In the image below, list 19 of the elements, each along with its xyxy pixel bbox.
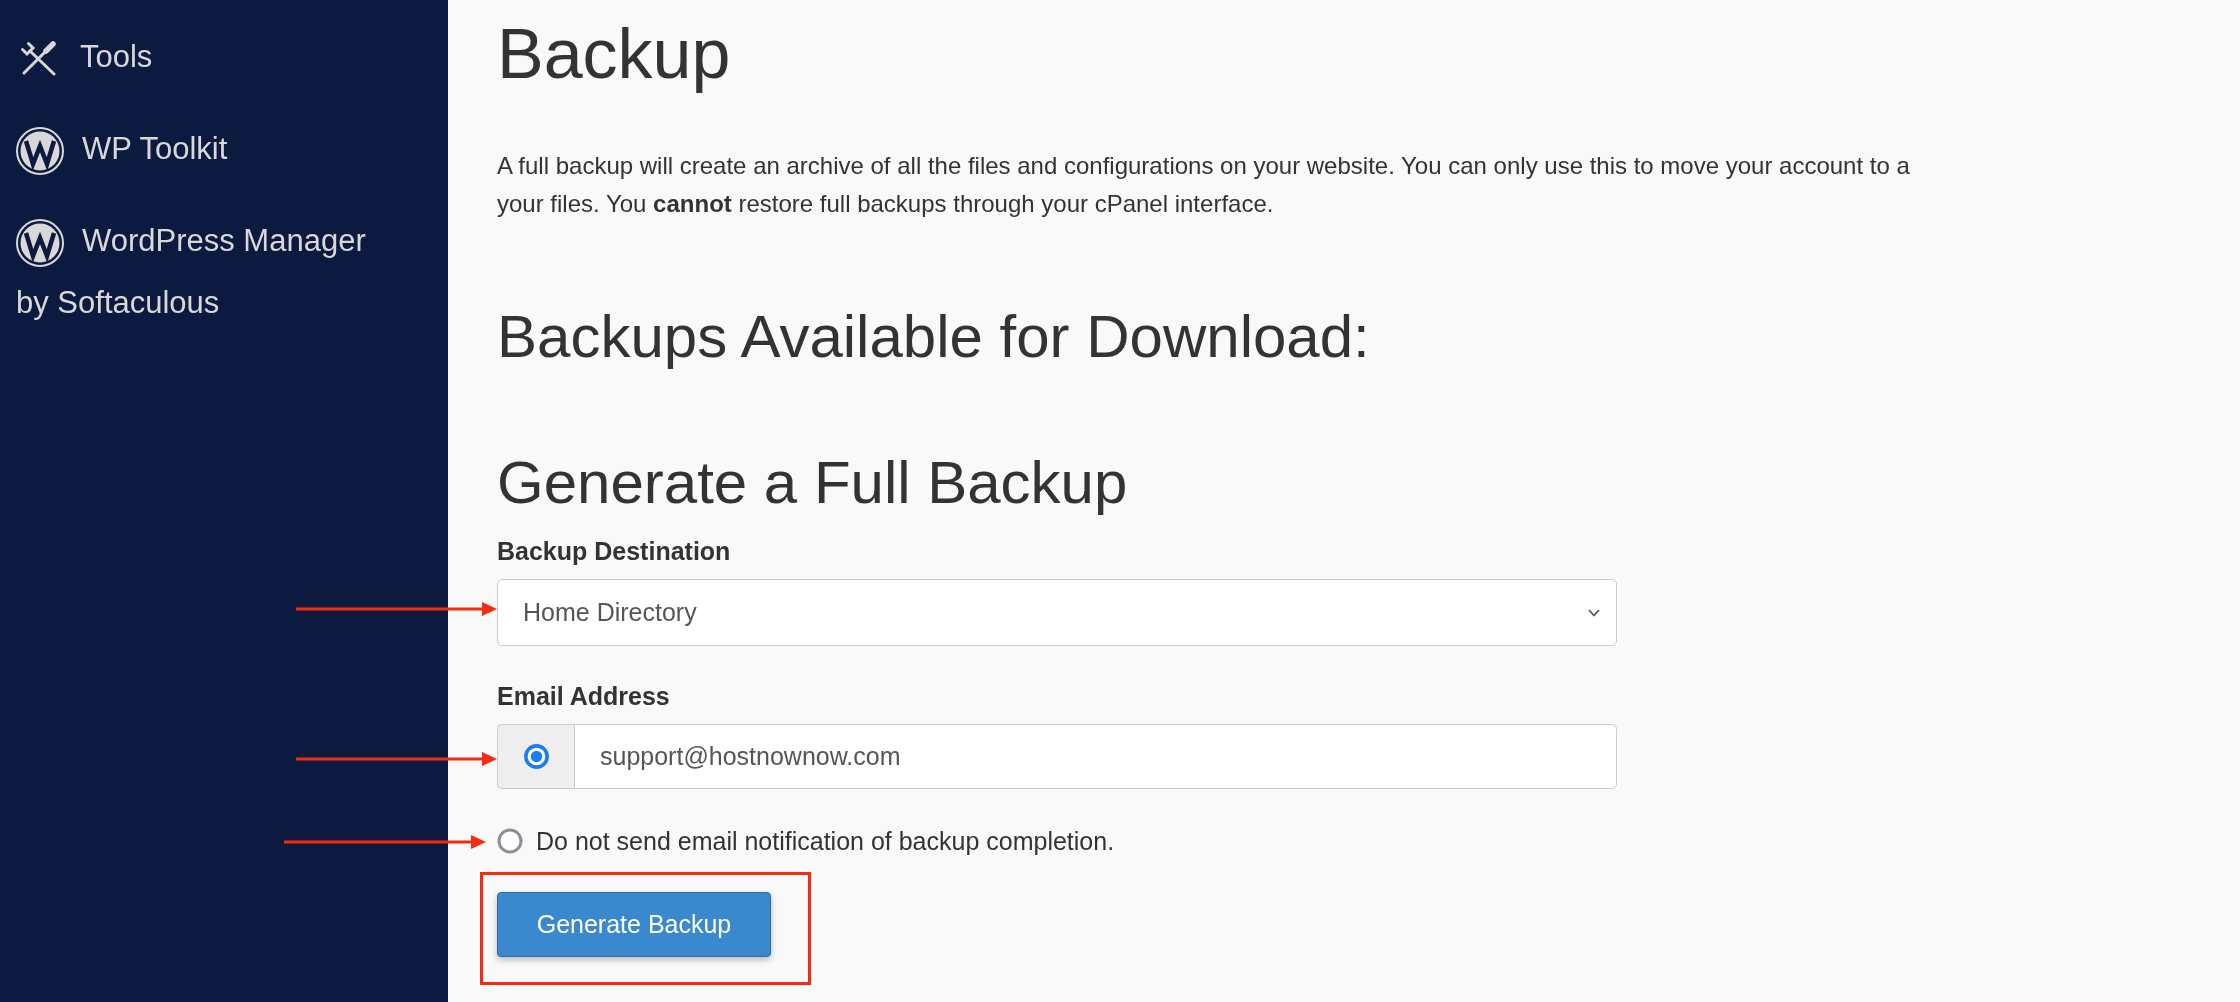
description-text: A full backup will create an archive of all the files and configurations on your website. You can only use this to move your account to a your files. You cannot restore full backups through your cPanel interface. [497,151,1911,219]
section-heading: Generate a Full Backup [497,448,1129,518]
radio-button[interactable] [522,743,550,770]
field-label: Backup Destination [497,536,732,567]
page-title: Backup [497,14,732,94]
sidebar-item[interactable]: WordPress Manager by Softaculous [0,210,400,334]
generate-backup-button[interactable]: Generate Backup [497,892,771,957]
field-label: Email Address [497,681,671,712]
option-label: Do not send email notification of backup completion. [536,826,1115,857]
section-heading: Backups Available for Download: [497,302,1371,372]
destination-select[interactable]: Home Directory [497,579,1617,646]
w-circle-icon [16,218,64,267]
tools-icon [20,41,57,77]
sidebar-item[interactable]: Tools [0,26,400,88]
sidebar-item[interactable]: WP Toolkit [0,118,400,180]
radio-button[interactable] [497,828,523,854]
chevron-down-icon [1588,608,1600,617]
w-circle-icon [16,126,64,175]
email-field[interactable]: support@hostnownow.com [574,724,1617,789]
